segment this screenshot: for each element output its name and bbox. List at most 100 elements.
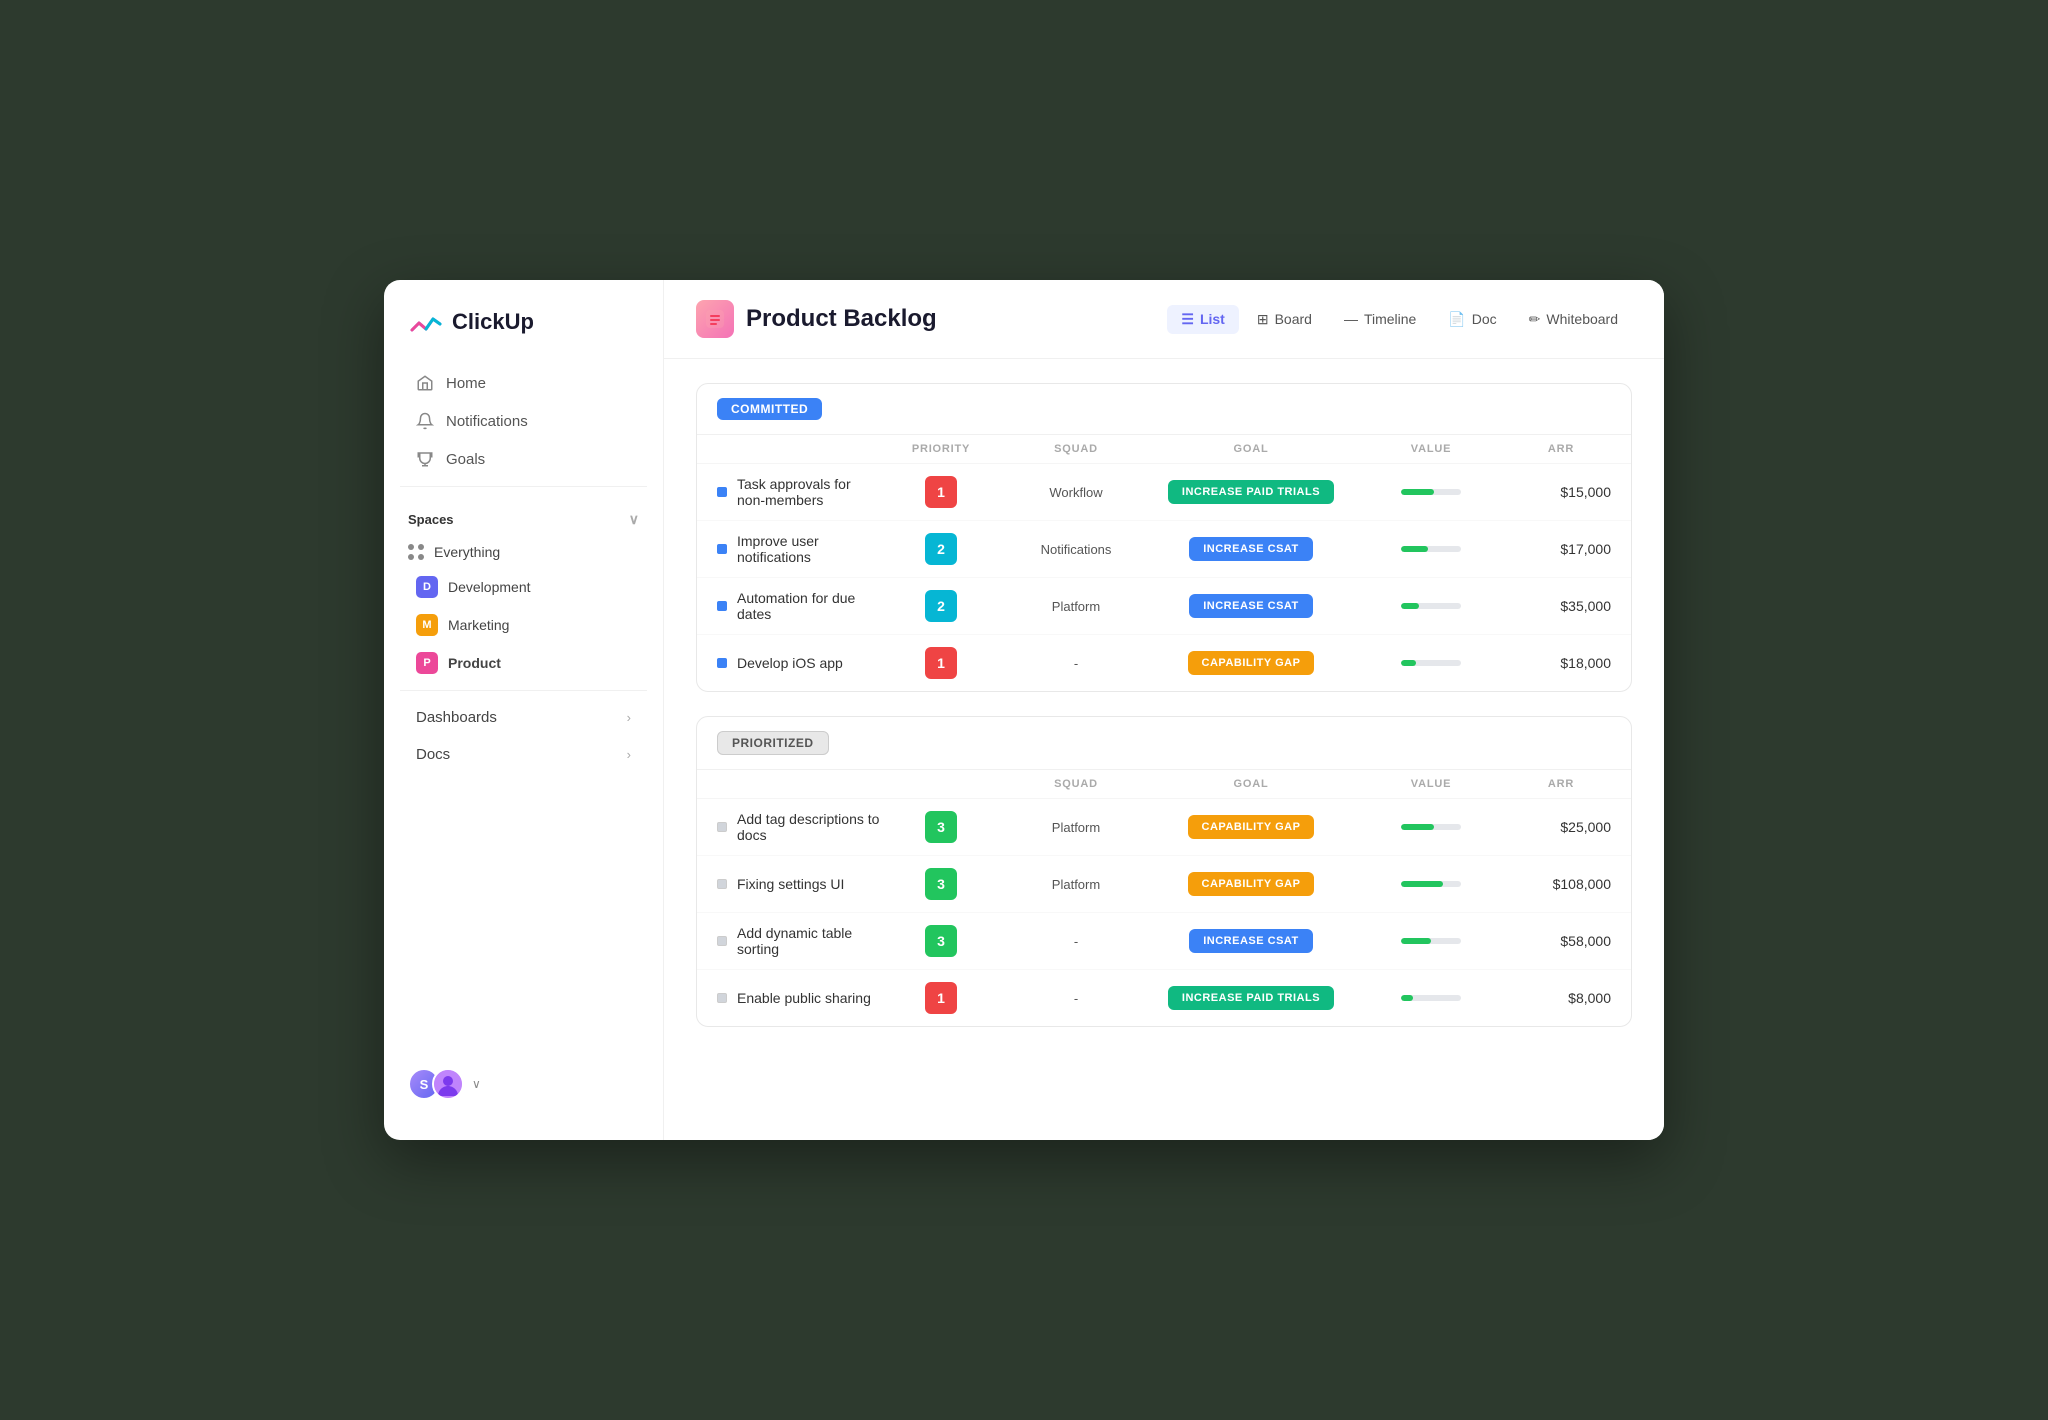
sidebar-divider-2 — [400, 690, 647, 691]
sidebar-item-everything[interactable]: Everything — [384, 536, 663, 568]
goal-badge: INCREASE PAID TRIALS — [1168, 480, 1334, 504]
page-title: Product Backlog — [746, 305, 937, 333]
squad-cell: Platform — [1001, 820, 1151, 835]
progress-bar — [1401, 603, 1461, 609]
tab-timeline[interactable]: — Timeline — [1330, 305, 1430, 333]
table-row: Enable public sharing 1 - INCREASE PAID … — [697, 970, 1631, 1026]
table-row: Develop iOS app 1 - CAPABILITY GAP $18 — [697, 635, 1631, 691]
tab-timeline-label: Timeline — [1364, 311, 1416, 327]
priority-badge-red: 1 — [925, 982, 957, 1014]
progress-bar — [1401, 881, 1461, 887]
progress-fill — [1401, 995, 1413, 1001]
content-area: COMMITTED PRIORITY SQUAD GOAL VALUE ARR … — [664, 359, 1664, 1075]
col-task — [717, 443, 881, 455]
spaces-chevron-down[interactable]: ∨ — [629, 511, 639, 528]
clickup-logo-icon — [408, 304, 444, 340]
goal-badge: CAPABILITY GAP — [1188, 872, 1315, 896]
sidebar-item-docs[interactable]: Docs › — [392, 736, 655, 773]
dashboards-chevron: › — [627, 710, 631, 725]
task-dot-gray — [717, 936, 727, 946]
tab-list[interactable]: ☰ List — [1167, 305, 1238, 334]
arr-cell: $108,000 — [1511, 876, 1611, 892]
marketing-avatar: M — [416, 614, 438, 636]
priority-badge-green: 3 — [925, 925, 957, 957]
task-name: Add tag descriptions to docs — [737, 811, 881, 843]
progress-fill — [1401, 489, 1434, 495]
task-cell: Fixing settings UI — [717, 876, 881, 892]
sidebar-item-development[interactable]: D Development — [392, 568, 655, 606]
table-row: Add dynamic table sorting 3 - INCREASE C… — [697, 913, 1631, 970]
prioritized-table-header: SQUAD GOAL VALUE ARR — [697, 770, 1631, 799]
goal-cell: CAPABILITY GAP — [1151, 651, 1351, 675]
dashboards-label: Dashboards — [416, 709, 497, 726]
col-squad: SQUAD — [1001, 443, 1151, 455]
sidebar-item-home[interactable]: Home — [392, 364, 655, 402]
squad-cell: - — [1001, 656, 1151, 671]
task-name: Enable public sharing — [737, 990, 871, 1006]
task-dot-gray — [717, 993, 727, 1003]
col-priority: PRIORITY — [881, 443, 1001, 455]
arr-cell: $8,000 — [1511, 990, 1611, 1006]
tab-board-label: Board — [1275, 311, 1312, 327]
product-avatar: P — [416, 652, 438, 674]
sidebar-item-marketing[interactable]: M Marketing — [392, 606, 655, 644]
committed-label-row: COMMITTED — [697, 384, 1631, 435]
trophy-icon — [416, 450, 434, 468]
list-icon: ☰ — [1181, 311, 1194, 328]
whiteboard-icon: ✏ — [1529, 311, 1541, 328]
everything-label: Everything — [434, 544, 500, 560]
committed-section: COMMITTED PRIORITY SQUAD GOAL VALUE ARR … — [696, 383, 1632, 692]
task-dot-blue — [717, 601, 727, 611]
sidebar-item-dashboards[interactable]: Dashboards › — [392, 699, 655, 736]
progress-fill — [1401, 546, 1428, 552]
tab-whiteboard[interactable]: ✏ Whiteboard — [1515, 305, 1632, 334]
tab-doc-label: Doc — [1472, 311, 1497, 327]
task-name: Improve user notifications — [737, 533, 881, 565]
committed-badge: COMMITTED — [717, 398, 822, 420]
value-cell — [1351, 881, 1511, 887]
task-dot-blue — [717, 487, 727, 497]
priority-badge-cyan: 2 — [925, 533, 957, 565]
arr-cell: $15,000 — [1511, 484, 1611, 500]
task-dot-gray — [717, 879, 727, 889]
col-goal: GOAL — [1151, 443, 1351, 455]
goal-cell: INCREASE CSAT — [1151, 929, 1351, 953]
sidebar-item-goals[interactable]: Goals — [392, 440, 655, 478]
tab-doc[interactable]: 📄 Doc — [1434, 305, 1510, 334]
timeline-icon: — — [1344, 311, 1358, 327]
sidebar-divider-1 — [400, 486, 647, 487]
tab-board[interactable]: ⊞ Board — [1243, 305, 1326, 334]
priority-badge-cyan: 2 — [925, 590, 957, 622]
prioritized-section: PRIORITIZED SQUAD GOAL VALUE ARR Add tag… — [696, 716, 1632, 1027]
goal-cell: CAPABILITY GAP — [1151, 815, 1351, 839]
progress-bar — [1401, 995, 1461, 1001]
arr-cell: $25,000 — [1511, 819, 1611, 835]
sidebar-item-product[interactable]: P Product — [392, 644, 655, 682]
spaces-label: Spaces — [408, 512, 454, 527]
value-cell — [1351, 995, 1511, 1001]
value-cell — [1351, 603, 1511, 609]
docs-label: Docs — [416, 746, 450, 763]
value-cell — [1351, 546, 1511, 552]
progress-bar — [1401, 938, 1461, 944]
user-dropdown-chevron[interactable]: ∨ — [472, 1077, 481, 1091]
col-arr: ARR — [1511, 443, 1611, 455]
progress-fill — [1401, 881, 1443, 887]
priority-cell: 3 — [881, 868, 1001, 900]
priority-cell: 2 — [881, 533, 1001, 565]
tab-list-label: List — [1200, 311, 1225, 327]
app-name: ClickUp — [452, 309, 534, 335]
sidebar-item-notifications[interactable]: Notifications — [392, 402, 655, 440]
col-priority-p — [881, 778, 1001, 790]
task-name: Develop iOS app — [737, 655, 843, 671]
task-cell: Automation for due dates — [717, 590, 881, 622]
progress-fill — [1401, 824, 1434, 830]
goal-cell: INCREASE CSAT — [1151, 594, 1351, 618]
priority-badge-green: 3 — [925, 811, 957, 843]
value-cell — [1351, 824, 1511, 830]
col-goal-p: GOAL — [1151, 778, 1351, 790]
task-name: Task approvals for non-members — [737, 476, 881, 508]
board-icon: ⊞ — [1257, 311, 1269, 328]
goal-cell: CAPABILITY GAP — [1151, 872, 1351, 896]
goal-cell: INCREASE CSAT — [1151, 537, 1351, 561]
